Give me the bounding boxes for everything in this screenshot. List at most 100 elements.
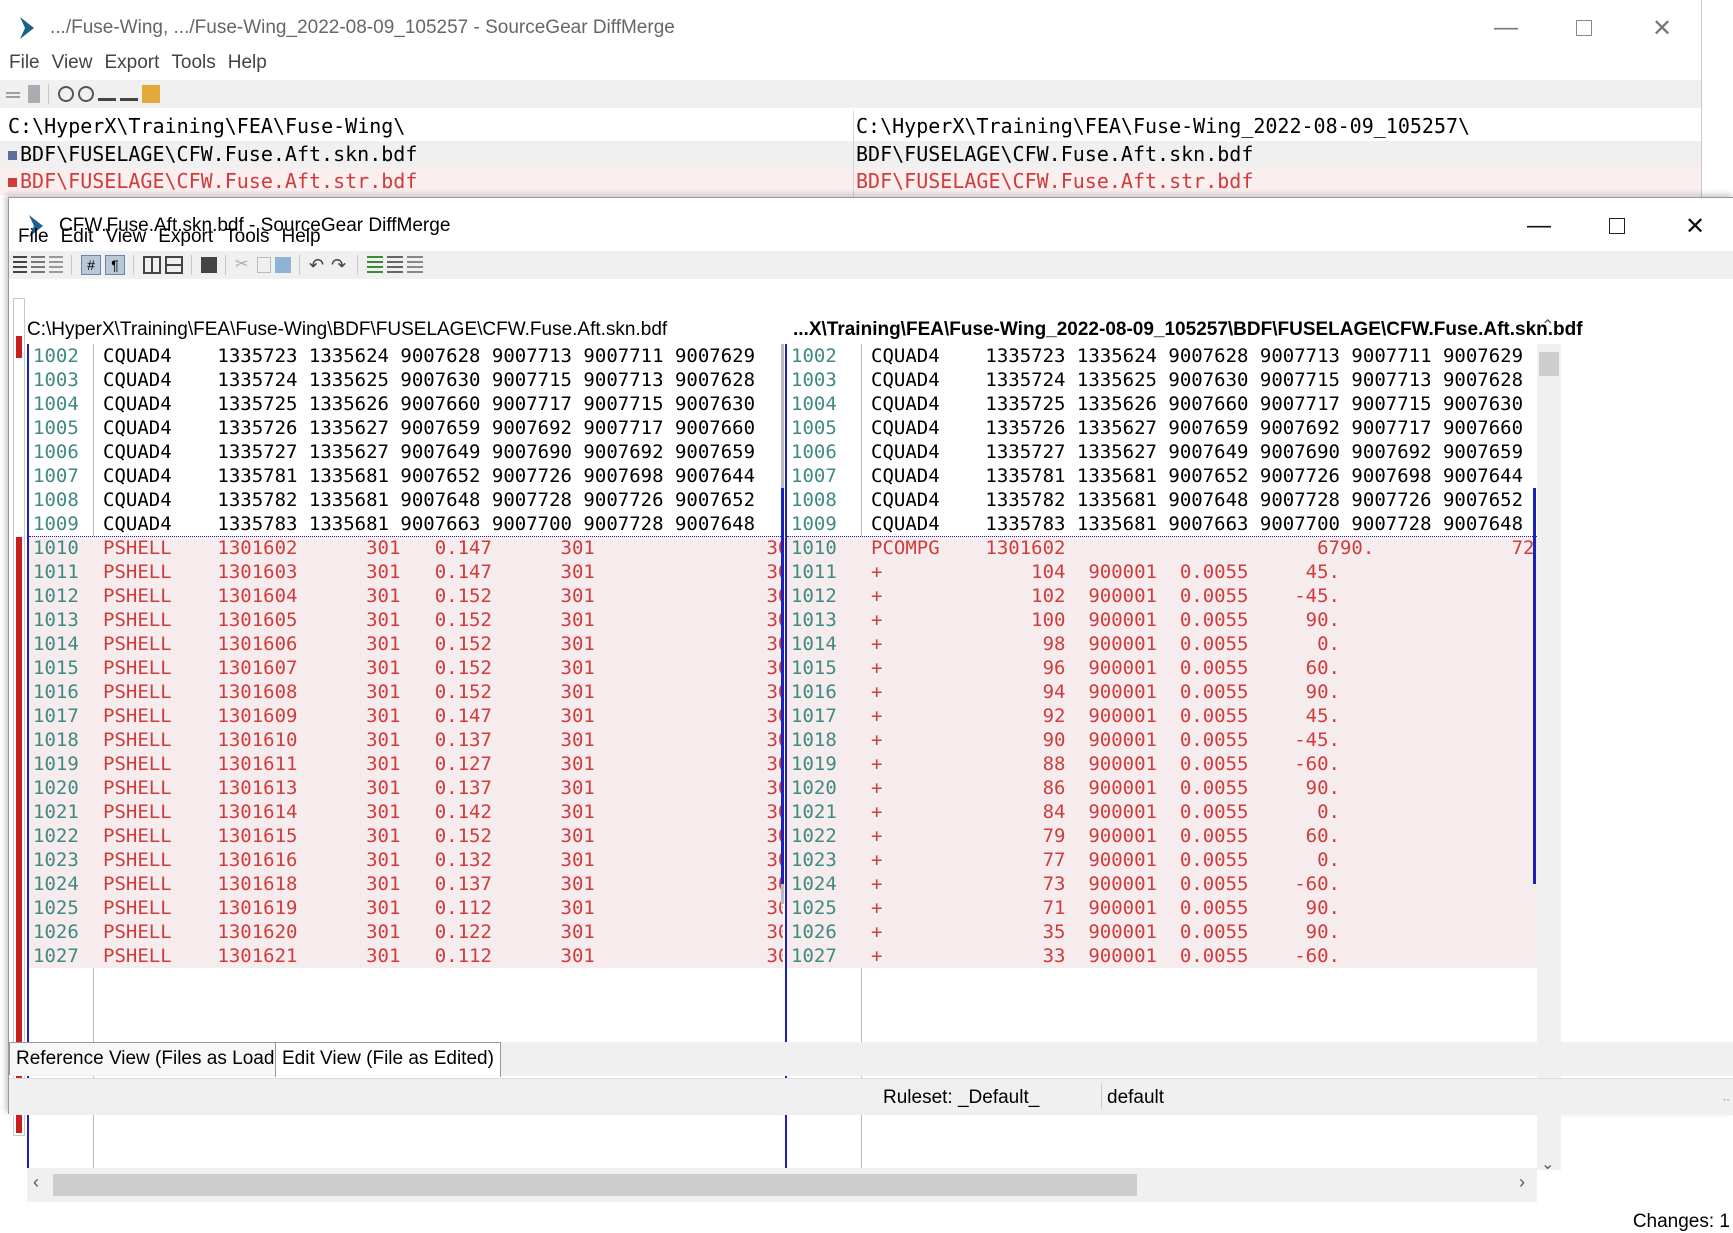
diff-line-changed[interactable]: 1027 + 33 900001 0.0055 -60. <box>787 944 1537 968</box>
diff-line[interactable]: 1008 CQUAD4 1335782 1335681 9007648 90077… <box>29 488 783 512</box>
cut-icon[interactable]: ✂ <box>235 256 253 274</box>
diff-line-changed[interactable]: 1022 + 79 900001 0.0055 60. <box>787 824 1537 848</box>
diff-line[interactable]: 1002 CQUAD4 1335723 1335624 9007628 90077… <box>787 344 1537 368</box>
file-row-changed[interactable]: BDF\FUSELAGE\CFW.Fuse.Aft.str.bdf BDF\FU… <box>0 168 1701 195</box>
copy-icon[interactable] <box>257 257 271 273</box>
align-center-icon[interactable] <box>31 256 45 274</box>
diff-line-changed[interactable]: 1025 PSHELL 1301619 301 0.112 301 301 <box>29 896 783 920</box>
last-change-icon[interactable] <box>407 256 423 274</box>
scroll-right-icon[interactable]: › <box>1519 1172 1525 1193</box>
diff-line-changed[interactable]: 1023 + 77 900001 0.0055 0. <box>787 848 1537 872</box>
diff-line-changed[interactable]: 1013 PSHELL 1301605 301 0.152 301 301 <box>29 608 783 632</box>
diff-line[interactable]: 1005 CQUAD4 1335726 1335627 9007659 90076… <box>29 416 783 440</box>
prev-change-icon[interactable] <box>387 256 403 274</box>
menu-view[interactable]: View <box>105 226 146 248</box>
diff-line[interactable]: 1004 CQUAD4 1335725 1335626 9007660 90077… <box>29 392 783 416</box>
diff-line-changed[interactable]: 1012 + 102 900001 0.0055 -45. <box>787 584 1537 608</box>
diff-line[interactable]: 1004 CQUAD4 1335725 1335626 9007660 90077… <box>787 392 1537 416</box>
diff-line-changed[interactable]: 1020 PSHELL 1301613 301 0.137 301 301 <box>29 776 783 800</box>
save-icon[interactable] <box>201 257 217 273</box>
filter-icon[interactable] <box>58 86 74 102</box>
tab-reference-view[interactable]: Reference View (Files as Loaded) <box>9 1042 309 1075</box>
diff-line-changed[interactable]: 1026 PSHELL 1301620 301 0.122 301 301 <box>29 920 783 944</box>
tab-edit-view[interactable]: Edit View (File as Edited) <box>275 1042 501 1077</box>
scroll-down-icon[interactable]: ⌄ <box>1541 1154 1554 1174</box>
menu-help[interactable]: Help <box>228 52 267 74</box>
diff-line-changed[interactable]: 1014 PSHELL 1301606 301 0.152 301 301 <box>29 632 783 656</box>
diff-line[interactable]: 1006 CQUAD4 1335727 1335627 9007649 90076… <box>29 440 783 464</box>
diff-line[interactable]: 1008 CQUAD4 1335782 1335681 9007648 90077… <box>787 488 1537 512</box>
vertical-scrollbar-thumb[interactable] <box>1539 352 1559 376</box>
menu-file[interactable]: File <box>9 52 40 74</box>
diff-line-changed[interactable]: 1017 PSHELL 1301609 301 0.147 301 301 <box>29 704 783 728</box>
diff-line-changed[interactable]: 1022 PSHELL 1301615 301 0.152 301 301 <box>29 824 783 848</box>
diff-line-changed[interactable]: 1018 PSHELL 1301610 301 0.137 301 301 <box>29 728 783 752</box>
diff-line[interactable]: 1006 CQUAD4 1335727 1335627 9007649 90076… <box>787 440 1537 464</box>
diff-line-changed[interactable]: 1019 PSHELL 1301611 301 0.127 301 301 <box>29 752 783 776</box>
diff-line-changed[interactable]: 1017 + 92 900001 0.0055 45. <box>787 704 1537 728</box>
next-change-icon[interactable] <box>367 256 383 274</box>
diff-line-changed[interactable]: 1015 PSHELL 1301607 301 0.152 301 301 <box>29 656 783 680</box>
menu-edit[interactable]: Edit <box>61 226 94 248</box>
pilcrow-icon[interactable]: ¶ <box>105 255 125 275</box>
diff-line[interactable]: 1007 CQUAD4 1335781 1335681 9007652 90077… <box>787 464 1537 488</box>
diff-line-changed[interactable]: 1010 PSHELL 1301602 301 0.147 301 301 <box>29 536 783 560</box>
diff-line-changed[interactable]: 1015 + 96 900001 0.0055 60. <box>787 656 1537 680</box>
diff-line[interactable]: 1007 CQUAD4 1335781 1335681 9007652 90077… <box>29 464 783 488</box>
diff-line-changed[interactable]: 1014 + 98 900001 0.0055 0. <box>787 632 1537 656</box>
align-right-icon[interactable] <box>49 256 63 274</box>
menu-file[interactable]: File <box>18 226 49 248</box>
diff-line[interactable]: 1009 CQUAD4 1335783 1335681 9007663 90077… <box>787 512 1537 536</box>
diff-line-changed[interactable]: 1012 PSHELL 1301604 301 0.152 301 301 <box>29 584 783 608</box>
diff-line-changed[interactable]: 1010 PCOMPG 1301602 6790. 72. <box>787 536 1537 560</box>
show-icon[interactable] <box>98 88 116 101</box>
diff-line-changed[interactable]: 1018 + 90 900001 0.0055 -45. <box>787 728 1537 752</box>
diff-line-changed[interactable]: 1023 PSHELL 1301616 301 0.132 301 301 <box>29 848 783 872</box>
document-icon[interactable] <box>28 85 40 103</box>
diff-line-changed[interactable]: 1027 PSHELL 1301621 301 0.112 301 301 <box>29 944 783 968</box>
menu-export[interactable]: Export <box>104 52 159 74</box>
diff-line[interactable]: 1003 CQUAD4 1335724 1335625 9007630 90077… <box>29 368 783 392</box>
menu-help[interactable]: Help <box>282 226 321 248</box>
diff-line-changed[interactable]: 1016 + 94 900001 0.0055 90. <box>787 680 1537 704</box>
horizontal-scrollbar[interactable]: ‹ › <box>27 1168 1537 1202</box>
diff-line[interactable]: 1002 CQUAD4 1335723 1335624 9007628 90077… <box>29 344 783 368</box>
scroll-left-icon[interactable]: ‹ <box>33 1172 39 1193</box>
menu-export[interactable]: Export <box>158 226 213 248</box>
redo-icon[interactable]: ↷ <box>331 256 349 274</box>
horizontal-scrollbar-thumb[interactable] <box>53 1174 1137 1196</box>
resize-grip-icon[interactable]: ⋅⋅ <box>1722 1093 1730 1107</box>
diff-line-changed[interactable]: 1024 + 73 900001 0.0055 -60. <box>787 872 1537 896</box>
filter-icon[interactable] <box>78 86 94 102</box>
folder-icon[interactable] <box>142 85 160 103</box>
show-added-icon[interactable] <box>120 88 138 101</box>
app-icon <box>20 17 34 39</box>
diff-line-changed[interactable]: 1026 + 35 900001 0.0055 90. <box>787 920 1537 944</box>
line-numbers-icon[interactable]: # <box>81 255 101 275</box>
collapse-icon[interactable] <box>4 85 22 103</box>
menu-tools[interactable]: Tools <box>225 226 269 248</box>
file-row[interactable]: BDF\FUSELAGE\CFW.Fuse.Aft.skn.bdf BDF\FU… <box>0 141 1701 168</box>
diff-line-changed[interactable]: 1025 + 71 900001 0.0055 90. <box>787 896 1537 920</box>
diff-line-changed[interactable]: 1011 PSHELL 1301603 301 0.147 301 301 <box>29 560 783 584</box>
diff-line-changed[interactable]: 1021 + 84 900001 0.0055 0. <box>787 800 1537 824</box>
diff-line[interactable]: 1003 CQUAD4 1335724 1335625 9007630 90077… <box>787 368 1537 392</box>
diff-line-changed[interactable]: 1019 + 88 900001 0.0055 -60. <box>787 752 1537 776</box>
diff-line[interactable]: 1005 CQUAD4 1335726 1335627 9007659 90076… <box>787 416 1537 440</box>
split-horizontal-icon[interactable] <box>165 256 183 274</box>
diff-line[interactable]: 1009 CQUAD4 1335783 1335681 9007663 90077… <box>29 512 783 536</box>
scroll-up-icon[interactable]: ⌃ <box>1541 316 1554 336</box>
undo-icon[interactable]: ↶ <box>309 256 327 274</box>
diff-line-changed[interactable]: 1011 + 104 900001 0.0055 45. <box>787 560 1537 584</box>
line-text: CQUAD4 1335727 1335627 9007649 9007690 9… <box>103 441 756 463</box>
diff-line-changed[interactable]: 1024 PSHELL 1301618 301 0.137 301 301 <box>29 872 783 896</box>
split-vertical-icon[interactable] <box>143 256 161 274</box>
align-left-icon[interactable] <box>13 256 27 274</box>
diff-line-changed[interactable]: 1021 PSHELL 1301614 301 0.142 301 301 <box>29 800 783 824</box>
diff-line-changed[interactable]: 1020 + 86 900001 0.0055 90. <box>787 776 1537 800</box>
paste-icon[interactable] <box>275 257 291 273</box>
diff-line-changed[interactable]: 1013 + 100 900001 0.0055 90. <box>787 608 1537 632</box>
menu-tools[interactable]: Tools <box>171 52 215 74</box>
diff-line-changed[interactable]: 1016 PSHELL 1301608 301 0.152 301 301 <box>29 680 783 704</box>
menu-view[interactable]: View <box>52 52 93 74</box>
